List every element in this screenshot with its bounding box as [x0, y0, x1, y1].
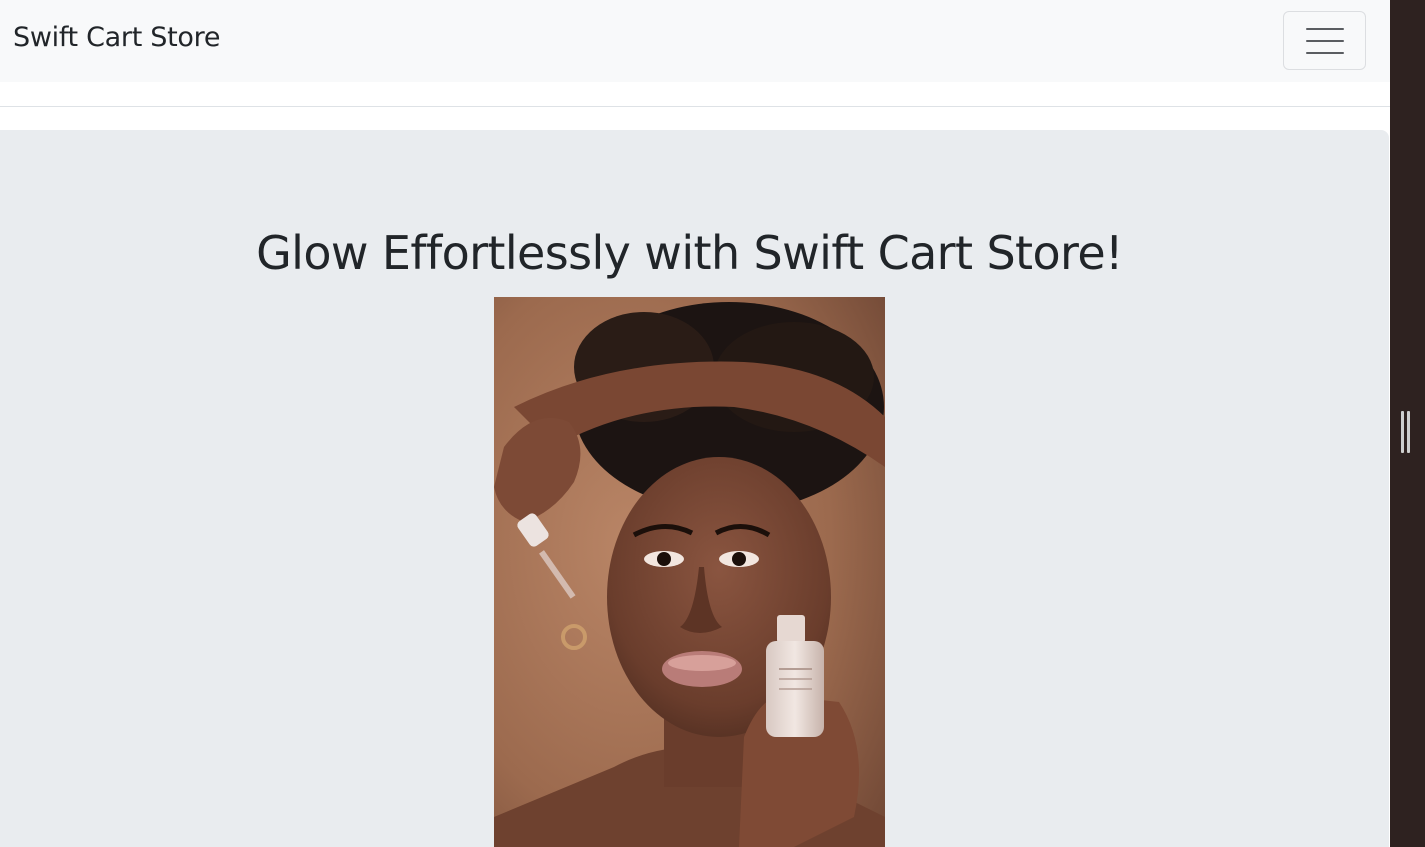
hero-section: Glow Effortlessly with Swift Cart Store! [0, 130, 1389, 847]
brand-link[interactable]: Swift Cart Store [13, 22, 220, 53]
hero-product-image [494, 297, 885, 847]
navbar: Swift Cart Store [0, 0, 1390, 82]
resize-handle[interactable] [1401, 411, 1411, 453]
header-divider [0, 106, 1390, 107]
hamburger-menu-icon [1306, 28, 1344, 54]
navbar-toggler-button[interactable] [1283, 11, 1366, 70]
hero-title: Glow Effortlessly with Swift Cart Store! [256, 226, 1123, 280]
